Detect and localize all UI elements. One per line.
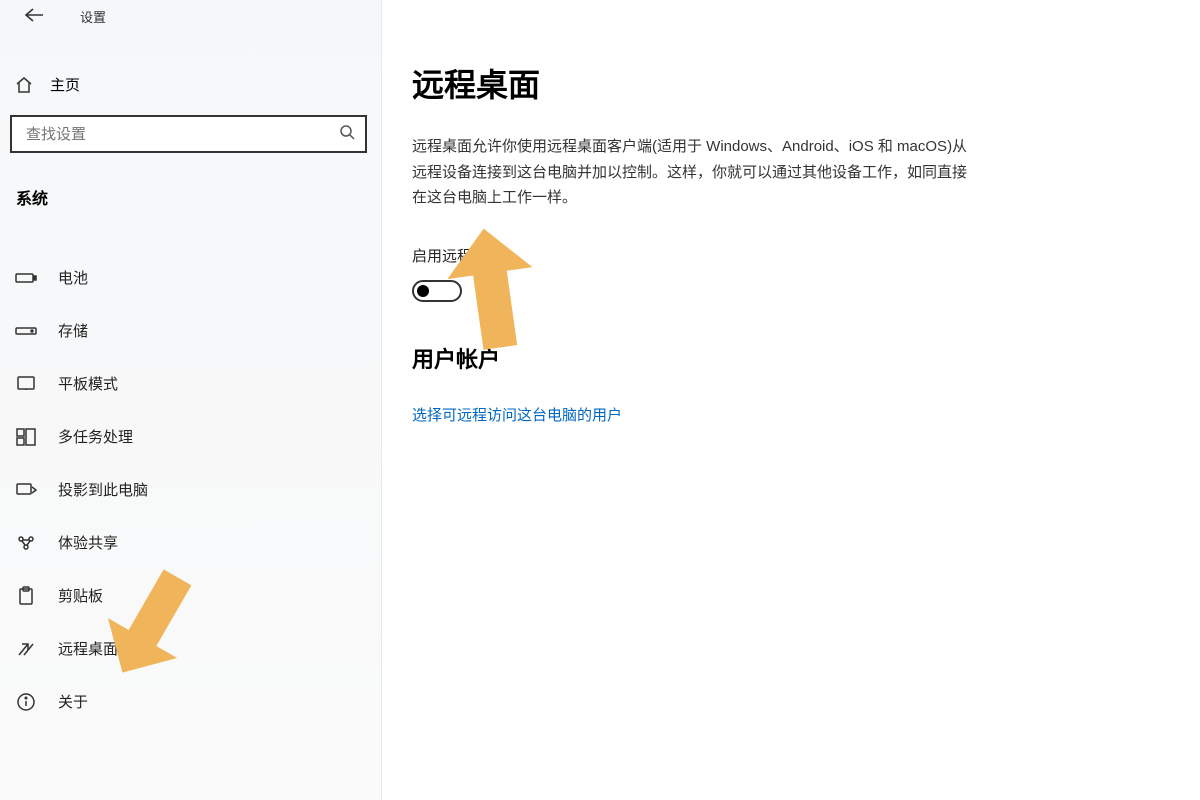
- sidebar-item-about[interactable]: 关于: [0, 675, 381, 728]
- window-topbar: 设置: [0, 0, 381, 36]
- sidebar-item-label: 关于: [58, 691, 88, 712]
- nav-list: 电池 存储 平板模式 多任务处理 投影到此电脑: [0, 251, 381, 728]
- page-title: 远程桌面: [412, 60, 1200, 106]
- sidebar-item-label: 平板模式: [58, 373, 118, 394]
- remote-desktop-icon: [14, 640, 38, 658]
- sidebar-item-label: 剪贴板: [58, 585, 103, 606]
- settings-sidebar: 设置 主页 系统 电池: [0, 0, 382, 800]
- window-title: 设置: [80, 7, 106, 26]
- toggle-row: 关: [412, 280, 1200, 302]
- arrow-left-icon: [24, 8, 44, 22]
- share-icon: [14, 534, 38, 552]
- sidebar-item-label: 投影到此电脑: [58, 479, 148, 500]
- sidebar-item-project[interactable]: 投影到此电脑: [0, 463, 381, 516]
- back-button[interactable]: [18, 2, 50, 31]
- sidebar-item-storage[interactable]: 存储: [0, 304, 381, 357]
- sidebar-item-tablet-mode[interactable]: 平板模式: [0, 357, 381, 410]
- sidebar-item-label: 电池: [58, 267, 88, 288]
- battery-icon: [14, 271, 38, 285]
- multitask-icon: [14, 428, 38, 446]
- category-label: 系统: [0, 161, 381, 223]
- user-accounts-heading: 用户帐户: [412, 342, 1200, 374]
- main-content: 远程桌面 远程桌面允许你使用远程桌面客户端(适用于 Windows、Androi…: [382, 0, 1200, 800]
- page-description: 远程桌面允许你使用远程桌面客户端(适用于 Windows、Android、iOS…: [412, 134, 972, 211]
- remote-desktop-toggle[interactable]: [412, 280, 462, 302]
- storage-icon: [14, 324, 38, 338]
- toggle-state-label: 关: [476, 280, 491, 301]
- search-icon: [339, 124, 355, 145]
- search-wrap: [0, 105, 381, 161]
- sidebar-item-label: 远程桌面: [58, 638, 118, 659]
- home-label: 主页: [50, 74, 80, 95]
- sidebar-item-multitask[interactable]: 多任务处理: [0, 410, 381, 463]
- sidebar-item-label: 多任务处理: [58, 426, 133, 447]
- project-icon: [14, 481, 38, 499]
- sidebar-item-clipboard[interactable]: 剪贴板: [0, 569, 381, 622]
- sidebar-item-shared-experiences[interactable]: 体验共享: [0, 516, 381, 569]
- sidebar-item-label: 存储: [58, 320, 88, 341]
- enable-remote-desktop-label: 启用远程桌面: [412, 245, 1200, 266]
- home-icon: [14, 75, 34, 95]
- search-input[interactable]: [26, 126, 339, 143]
- home-button[interactable]: 主页: [0, 64, 381, 105]
- search-box[interactable]: [10, 115, 367, 153]
- sidebar-item-remote-desktop[interactable]: 远程桌面: [0, 622, 381, 675]
- select-users-link[interactable]: 选择可远程访问这台电脑的用户: [412, 407, 622, 424]
- sidebar-item-label: 体验共享: [58, 532, 118, 553]
- tablet-icon: [14, 375, 38, 393]
- clipboard-icon: [14, 586, 38, 606]
- sidebar-item-battery[interactable]: 电池: [0, 251, 381, 304]
- info-icon: [14, 692, 38, 712]
